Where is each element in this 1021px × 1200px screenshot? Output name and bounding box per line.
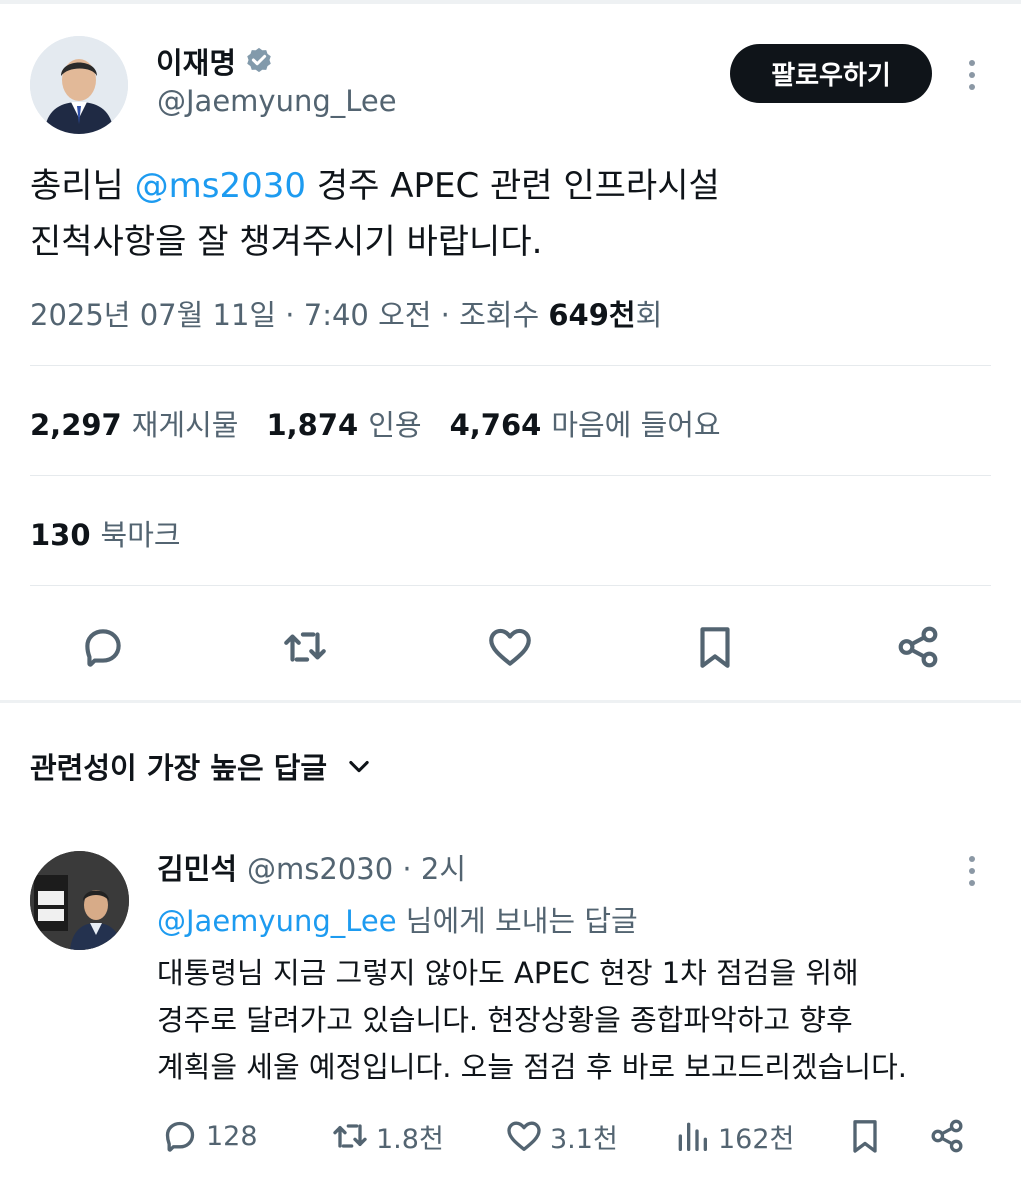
reply-sort-dropdown[interactable]: 관련성이 가장 높은 답글 (30, 745, 373, 787)
bookmark-icon[interactable] (690, 622, 740, 672)
reply-author-avatar[interactable] (30, 851, 129, 950)
retweet-icon[interactable] (280, 622, 330, 672)
author-handle[interactable]: @Jaemyung_Lee (157, 84, 397, 118)
quotes-stat[interactable]: 1,874 인용 (266, 402, 421, 444)
divider (30, 475, 991, 476)
more-icon[interactable] (962, 60, 982, 90)
reply-replies-button[interactable]: 128 (160, 1116, 258, 1156)
bookmark-icon[interactable] (845, 1116, 885, 1156)
author-avatar[interactable] (30, 36, 128, 134)
like-icon (507, 1121, 541, 1151)
divider (30, 585, 991, 586)
engagement-stats: 2,297 재게시물 1,874 인용 4,764 마음에 들어요 (30, 402, 721, 444)
likes-stat[interactable]: 4,764 마음에 들어요 (450, 402, 721, 444)
tweet-text-line-2: 진척사항을 잘 챙겨주시기 바랍니다. (30, 222, 543, 262)
share-icon[interactable] (893, 622, 943, 672)
author-name[interactable]: 이재명 (156, 40, 236, 82)
tweet-meta: 2025년 07월 11일 · 7:40 오전 · 조회수 649천회 (30, 298, 663, 332)
reply-retweets-button[interactable]: 1.8천 (330, 1116, 444, 1156)
reply-text-line: 경주로 달려가고 있습니다. 현장상황을 종합파악하고 향후 (157, 1003, 853, 1037)
reply-text: 대통령님 지금 그렇지 않아도 APEC 현장 1차 점검을 위해 경주로 달려… (157, 950, 997, 1091)
more-icon[interactable] (962, 856, 982, 886)
reply-sort-label: 관련성이 가장 높은 답글 (30, 751, 328, 785)
reply-icon (165, 1121, 195, 1152)
reply-to-link[interactable]: @Jaemyung_Lee (157, 904, 397, 938)
tweet-text: 총리님 @ms2030 경주 APEC 관련 인프라시설 진척사항을 잘 챙겨주… (30, 158, 990, 270)
reply-icon[interactable] (78, 622, 128, 672)
reply-likes-button[interactable]: 3.1천 (504, 1116, 618, 1156)
chevron-down-icon (349, 760, 369, 773)
reply-author-handle[interactable]: @ms2030 · 2시 (247, 852, 466, 886)
verified-icon (244, 46, 274, 76)
reply-views-button[interactable]: 162천 (672, 1116, 794, 1156)
timestamp[interactable]: 2025년 07월 11일 · 7:40 오전 · 조회수 (30, 298, 548, 332)
bookmarks-stat[interactable]: 130 북마크 (30, 512, 181, 554)
reply-text-line: 대통령님 지금 그렇지 않아도 APEC 현장 1차 점검을 위해 (157, 956, 859, 990)
top-divider (0, 0, 1021, 4)
like-icon[interactable] (485, 622, 535, 672)
retweet-icon (333, 1124, 367, 1148)
reply-author-name[interactable]: 김민석 (157, 852, 237, 886)
replying-to: @Jaemyung_Lee 님에게 보내는 답글 (157, 904, 638, 938)
views-icon (678, 1122, 707, 1151)
share-icon[interactable] (927, 1116, 967, 1156)
section-separator (0, 700, 1021, 703)
author-name-row: 이재명 (156, 40, 274, 82)
mention-link[interactable]: @ms2030 (135, 166, 306, 206)
retweets-stat[interactable]: 2,297 재게시물 (30, 402, 238, 444)
divider (30, 365, 991, 366)
tweet-text-line-1: 총리님 @ms2030 경주 APEC 관련 인프라시설 (30, 166, 720, 206)
reply-header: 김민석 @ms2030 · 2시 (157, 846, 466, 888)
follow-button[interactable]: 팔로우하기 (730, 44, 932, 103)
reply-text-line: 계획을 세울 예정입니다. 오늘 점검 후 바로 보고드리겠습니다. (157, 1050, 907, 1084)
view-count: 649천 (548, 298, 636, 332)
